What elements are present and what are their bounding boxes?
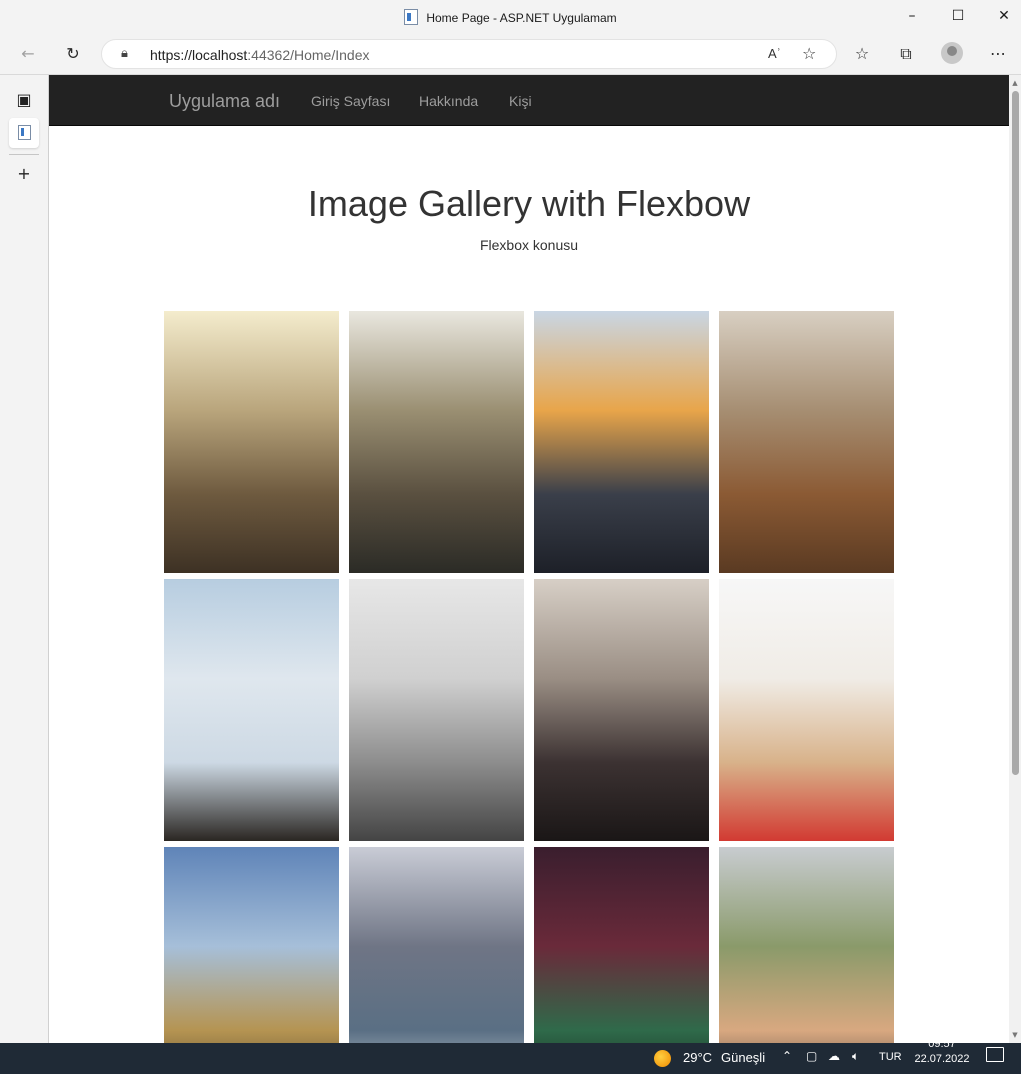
close-icon[interactable]: ✕ bbox=[981, 0, 1021, 32]
read-aloud-icon[interactable]: Aʾ bbox=[768, 46, 781, 61]
clock-time: 09:57 bbox=[928, 1038, 956, 1050]
nav-link-contact[interactable]: Kişi bbox=[509, 93, 532, 109]
add-favorite-icon[interactable]: ☆ bbox=[802, 44, 816, 63]
clock-date: 22.07.2022 bbox=[914, 1053, 970, 1065]
maximize-icon[interactable]: ☐ bbox=[935, 0, 981, 32]
page-scrollbar[interactable]: ▲ ▼ bbox=[1009, 75, 1021, 1043]
page-icon bbox=[404, 9, 419, 25]
refresh-icon[interactable]: ↻ bbox=[61, 42, 85, 66]
site-navbar: Uygulama adı Giriş Sayfası Hakkında Kişi bbox=[49, 75, 1009, 126]
windows-taskbar: 29°C Güneşli ⌃ ▢ ☁ 🔈︎ TUR 09:57 22.07.20… bbox=[0, 1038, 1021, 1074]
page-title: Image Gallery with Flexbow bbox=[307, 183, 751, 224]
scroll-up-icon[interactable]: ▲ bbox=[1009, 77, 1021, 89]
page-viewport: Uygulama adı Giriş Sayfası Hakkında Kişi… bbox=[49, 75, 1009, 1043]
temperature[interactable]: 29°C bbox=[683, 1050, 712, 1065]
nav-link-about[interactable]: Hakkında bbox=[419, 93, 478, 109]
weather-condition[interactable]: Güneşli bbox=[721, 1050, 765, 1065]
url-text[interactable]: https://localhost:44362/Home/Index bbox=[150, 47, 369, 63]
active-tab-icon[interactable] bbox=[9, 118, 39, 148]
laptop-desk-photo bbox=[719, 311, 894, 573]
lake-pier-photo bbox=[164, 579, 339, 841]
vertical-tabs-sidebar: ▣ + bbox=[0, 75, 49, 1043]
system-clock[interactable]: 09:57 22.07.2022 bbox=[906, 1038, 978, 1067]
scroll-down-icon[interactable]: ▼ bbox=[1009, 1029, 1021, 1041]
language-indicator[interactable]: TUR bbox=[879, 1051, 902, 1063]
tea-press-photo bbox=[349, 311, 524, 573]
meet-now-icon[interactable]: ▢ bbox=[806, 1049, 817, 1063]
chevron-up-icon[interactable]: ⌃ bbox=[782, 1049, 792, 1063]
field-sneakers-photo bbox=[164, 847, 339, 1043]
cloud-icon[interactable]: ☁ bbox=[828, 1049, 840, 1063]
back-arrow-icon[interactable]: ← bbox=[16, 42, 40, 66]
minimize-icon[interactable]: – bbox=[889, 0, 935, 32]
lock-icon[interactable]: 🔒︎ bbox=[121, 46, 128, 61]
mother-child-photo bbox=[719, 847, 894, 1043]
browser-toolbar: ← ↻ 🔒︎ https://localhost:44362/Home/Inde… bbox=[0, 34, 1021, 75]
tab-actions-icon[interactable]: ▣ bbox=[9, 85, 39, 115]
window-title-bar: Home Page - ASP.NET Uygulamam – ☐ ✕ bbox=[0, 0, 1021, 34]
profile-avatar[interactable] bbox=[941, 42, 963, 64]
aurora-trees-photo bbox=[534, 847, 709, 1043]
speaker-icon[interactable]: 🔈︎ bbox=[852, 1049, 859, 1064]
more-options-icon[interactable]: ⋯ bbox=[986, 42, 1010, 66]
sidebar-divider bbox=[9, 154, 39, 155]
url-host: https://localhost bbox=[150, 47, 248, 63]
city-skyline-bench-photo bbox=[349, 847, 524, 1043]
car-dashboard-photo bbox=[534, 579, 709, 841]
strawberry-cereal-photo bbox=[719, 579, 894, 841]
url-path: :44362/Home/Index bbox=[247, 47, 370, 63]
new-tab-icon[interactable]: + bbox=[9, 159, 39, 189]
bridge-cyclist-photo bbox=[349, 579, 524, 841]
window-title-text: Home Page - ASP.NET Uygulamam bbox=[426, 11, 617, 25]
window-title: Home Page - ASP.NET Uygulamam bbox=[0, 9, 1021, 25]
city-church-photo bbox=[164, 311, 339, 573]
sun-icon[interactable] bbox=[654, 1050, 671, 1067]
skatepark-sunset-photo bbox=[534, 311, 709, 573]
collections-icon[interactable]: ⧉ bbox=[894, 42, 918, 66]
address-bar[interactable]: 🔒︎ https://localhost:44362/Home/Index Aʾ… bbox=[101, 39, 837, 69]
page-subtitle: Flexbox konusu bbox=[479, 237, 579, 253]
site-brand-link[interactable]: Uygulama adı bbox=[169, 91, 280, 112]
nav-link-home[interactable]: Giriş Sayfası bbox=[311, 93, 390, 109]
notification-icon[interactable] bbox=[986, 1047, 1004, 1062]
favorites-icon[interactable]: ☆ bbox=[850, 42, 874, 66]
scrollbar-thumb[interactable] bbox=[1012, 91, 1019, 775]
